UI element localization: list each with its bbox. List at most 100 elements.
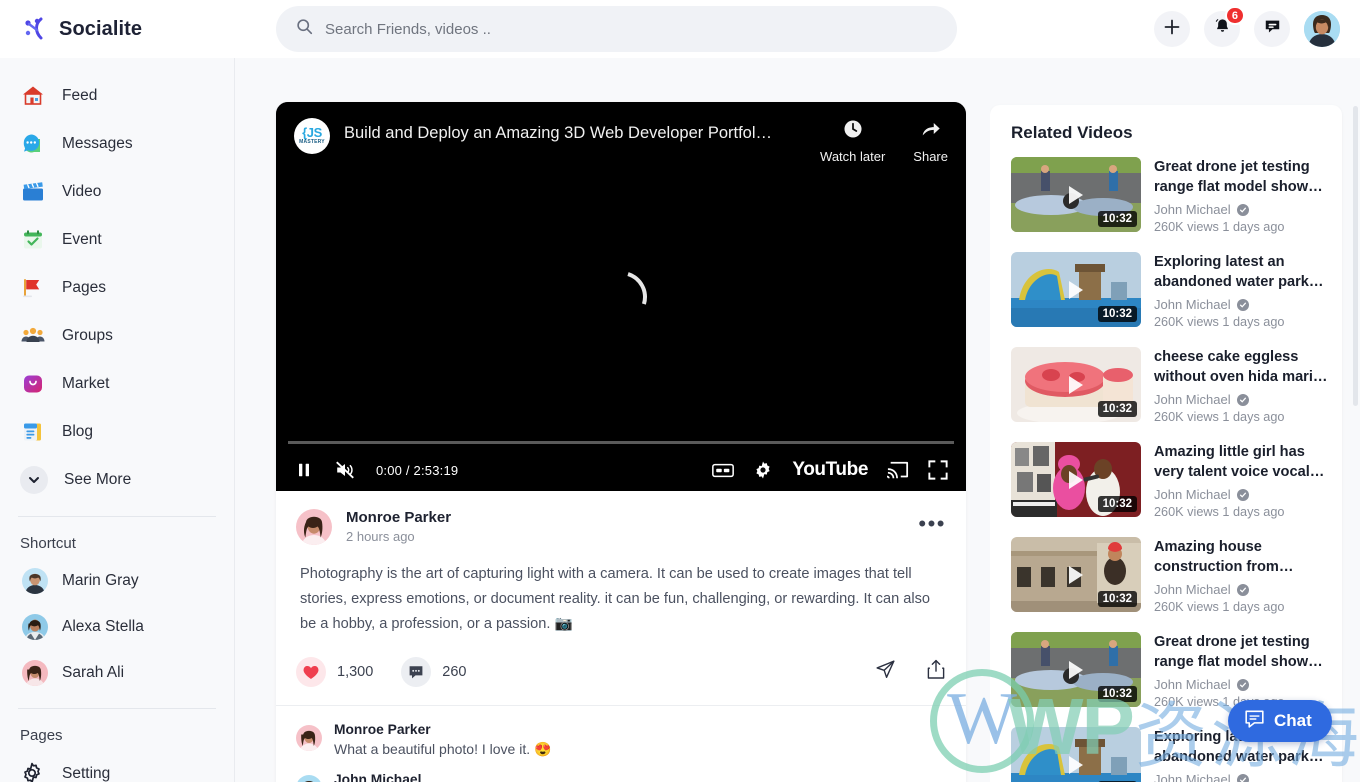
related-panel-scrollbar[interactable]	[1353, 106, 1358, 406]
video-thumbnail[interactable]: 10:32	[1011, 632, 1141, 707]
search-box[interactable]	[276, 6, 957, 52]
sidebar-item-setting[interactable]: Setting	[0, 750, 234, 782]
channel-name: John Michael	[1154, 487, 1231, 502]
avatar[interactable]	[296, 775, 322, 782]
watch-later-label: Watch later	[820, 149, 885, 164]
shortcut-item-alexa-stella[interactable]: Alexa Stella	[0, 604, 234, 650]
sidebar-item-pages[interactable]: Pages	[0, 264, 234, 312]
video-thumbnail[interactable]: 10:32	[1011, 537, 1141, 612]
post-author[interactable]: Monroe Parker	[346, 509, 451, 526]
youtube-wordmark[interactable]: YouTube	[792, 459, 868, 481]
video-channel[interactable]: John Michael	[1154, 677, 1328, 692]
add-button[interactable]	[1154, 11, 1190, 47]
verified-badge-icon	[1237, 584, 1249, 596]
comment-button[interactable]: 260	[401, 657, 466, 687]
search-input[interactable]	[325, 7, 925, 51]
left-sidebar[interactable]: Feed Messages	[0, 58, 235, 782]
video-title[interactable]: Great drone jet testing range flat model…	[1154, 632, 1328, 672]
chat-bubble-icon	[1263, 17, 1282, 41]
comment-author[interactable]: John Michael	[334, 772, 421, 782]
verified-badge-icon	[1237, 204, 1249, 216]
video-title[interactable]: cheese cake eggless without oven hida ma…	[1154, 347, 1328, 387]
video-thumbnail[interactable]: 10:32	[1011, 252, 1141, 327]
post-more-options-icon[interactable]: •••	[918, 517, 946, 531]
sidebar-item-market[interactable]: Market	[0, 360, 234, 408]
related-video-item[interactable]: 10:32 Exploring latest an abandoned wate…	[990, 252, 1342, 347]
video-channel[interactable]: John Michael	[1154, 487, 1328, 502]
video-duration: 10:32	[1098, 496, 1137, 512]
verified-badge-icon	[1237, 299, 1249, 311]
notification-badge: 6	[1225, 6, 1245, 25]
video-progress-bar[interactable]	[288, 441, 954, 444]
share-upload-icon[interactable]	[926, 659, 946, 685]
video-thumbnail[interactable]: 10:32	[1011, 442, 1141, 517]
shortcut-item-marin-gray[interactable]: Marin Gray	[0, 558, 234, 604]
related-video-item[interactable]: 10:32 cheese cake eggless without oven h…	[990, 347, 1342, 442]
pause-button[interactable]	[294, 460, 314, 480]
video-title[interactable]: Exploring latest an abandoned water park…	[1154, 252, 1328, 292]
brand-logo[interactable]: Socialite	[0, 0, 235, 58]
main-feed: {JS MASTERY Build and Deploy an Amazing …	[235, 58, 990, 782]
related-video-item[interactable]: 10:32 Amazing house construction from… J…	[990, 537, 1342, 632]
video-thumbnail[interactable]: 10:32	[1011, 727, 1141, 782]
share-arrow-icon	[920, 118, 942, 145]
channel-avatar[interactable]: {JS MASTERY	[294, 118, 330, 154]
messages-button[interactable]	[1254, 11, 1290, 47]
video-duration: 10:32	[1098, 306, 1137, 322]
video-title[interactable]: Build and Deploy an Amazing 3D Web Devel…	[344, 124, 772, 143]
top-header: Socialite	[0, 0, 1360, 58]
video-channel[interactable]: John Michael	[1154, 297, 1328, 312]
video-title[interactable]: Amazing house construction from…	[1154, 537, 1328, 577]
video-stats: 260K views 1 days ago	[1154, 220, 1328, 234]
avatar	[22, 614, 48, 640]
video-channel[interactable]: John Michael	[1154, 772, 1328, 782]
sidebar-item-groups[interactable]: Groups	[0, 312, 234, 360]
related-videos-panel[interactable]: Related Videos	[990, 58, 1360, 782]
share-button[interactable]: Share	[913, 118, 948, 164]
sidebar-item-see-more[interactable]: See More	[0, 456, 234, 504]
shortcut-item-sarah-ali[interactable]: Sarah Ali	[0, 650, 234, 696]
comment-author[interactable]: Monroe Parker	[334, 722, 551, 737]
sidebar-item-messages[interactable]: Messages	[0, 120, 234, 168]
loading-spinner	[595, 271, 647, 323]
related-video-item[interactable]: 10:32 Great drone jet testing range flat…	[990, 157, 1342, 252]
video-title[interactable]: Great drone jet testing range flat model…	[1154, 157, 1328, 197]
video-player[interactable]: {JS MASTERY Build and Deploy an Amazing …	[276, 102, 966, 491]
search-icon	[296, 18, 313, 40]
video-duration: 10:32	[1098, 401, 1137, 417]
play-icon	[1069, 186, 1083, 204]
closed-captions-icon[interactable]	[712, 462, 734, 479]
cast-icon[interactable]	[887, 461, 909, 480]
video-thumbnail[interactable]: 10:32	[1011, 347, 1141, 422]
video-channel[interactable]: John Michael	[1154, 202, 1328, 217]
sidebar-item-video[interactable]: Video	[0, 168, 234, 216]
sidebar-item-label: See More	[64, 471, 131, 489]
sidebar-item-blog[interactable]: Blog	[0, 408, 234, 456]
video-channel[interactable]: John Michael	[1154, 392, 1328, 407]
chevron-down-icon	[20, 466, 48, 494]
channel-name: John Michael	[1154, 582, 1231, 597]
sidebar-item-event[interactable]: Event	[0, 216, 234, 264]
avatar	[22, 660, 48, 686]
video-thumbnail[interactable]: 10:32	[1011, 157, 1141, 232]
avatar[interactable]	[296, 509, 332, 545]
post-card: {JS MASTERY Build and Deploy an Amazing …	[276, 102, 966, 782]
notifications-button[interactable]: 6	[1204, 11, 1240, 47]
mute-button[interactable]	[334, 459, 356, 481]
avatar[interactable]	[296, 725, 322, 751]
sidebar-item-feed[interactable]: Feed	[0, 72, 234, 120]
related-video-item[interactable]: 10:32 Amazing little girl has very talen…	[990, 442, 1342, 537]
chat-bubble-icon	[1244, 709, 1265, 734]
sidebar-item-label: Messages	[62, 135, 133, 153]
chat-widget-button[interactable]: Chat	[1228, 700, 1332, 742]
user-avatar[interactable]	[1304, 11, 1340, 47]
video-time: 0:00 / 2:53:19	[376, 463, 458, 478]
send-plane-icon[interactable]	[875, 659, 896, 685]
share-label: Share	[913, 149, 948, 164]
settings-gear-icon[interactable]	[753, 460, 773, 480]
like-button[interactable]: 1,300	[296, 657, 373, 687]
video-title[interactable]: Amazing little girl has very talent voic…	[1154, 442, 1328, 482]
watch-later-button[interactable]: Watch later	[820, 118, 885, 164]
fullscreen-icon[interactable]	[928, 460, 948, 480]
video-channel[interactable]: John Michael	[1154, 582, 1328, 597]
